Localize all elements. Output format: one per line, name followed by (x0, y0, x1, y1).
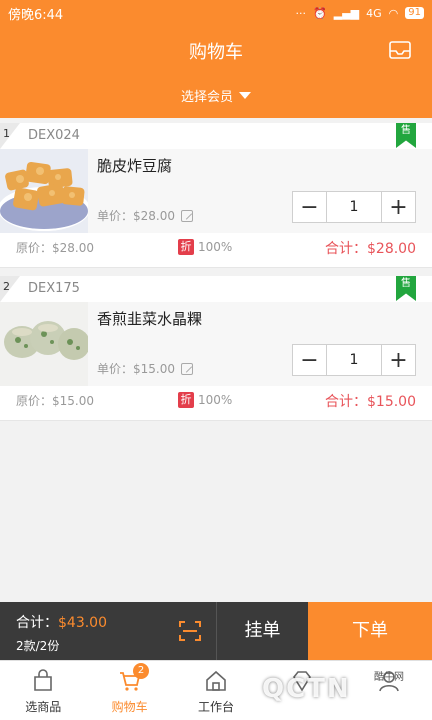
item-body: 香煎韭菜水晶粿 单价：$15.00 − 1 + (0, 302, 432, 386)
item-code-row: 1 DEX024 售 (0, 123, 432, 149)
original-price: 原价：$28.00 (16, 241, 94, 255)
tab-select-goods[interactable]: 选商品 (0, 661, 86, 720)
user-icon (379, 671, 399, 692)
discount[interactable]: 折 100% (178, 392, 232, 408)
quantity-stepper: − 1 + (292, 191, 416, 223)
decrease-button[interactable]: − (293, 345, 326, 375)
checkout-bar: 合计：$43.00 2款/2份 挂单 下单 (0, 602, 432, 660)
more-icon: ··· (295, 6, 307, 20)
item-footer: 原价：$15.00 折 100% 合计：$15.00 (0, 386, 432, 421)
page-title: 购物车 (189, 42, 243, 63)
wifi-icon: ◠ (388, 6, 399, 20)
status-icons: ··· ⏰ ▂▄▆ 4G ◠ 91 (296, 7, 424, 20)
sale-tag: 售 (396, 276, 416, 301)
item-code-row: 2 DEX175 售 (0, 276, 432, 302)
inbox-icon[interactable] (388, 40, 412, 60)
unit-price-text: 单价：$15.00 (97, 362, 175, 376)
status-bar: 傍晚6:44 ··· ⏰ ▂▄▆ 4G ◠ 91 (0, 0, 432, 26)
cart-item: 1 DEX024 售 脆皮炸豆腐 单价：$28.00 − 1 + 原价：$28.… (0, 123, 432, 268)
tab-bar: 选商品 2 购物车 工作台 (0, 660, 432, 720)
unit-price: 单价：$15.00 (97, 360, 193, 377)
item-footer: 原价：$28.00 折 100% 合计：$28.00 (0, 233, 432, 268)
alarm-icon: ⏰ (313, 6, 327, 20)
increase-button[interactable]: + (382, 345, 415, 375)
discount-badge: 折 (178, 392, 194, 408)
edit-price-icon[interactable] (181, 209, 193, 222)
item-name: 脆皮炸豆腐 (97, 157, 173, 175)
item-index-tag: 2 (0, 276, 20, 302)
food-image-fried-tofu (0, 149, 88, 233)
tab-member[interactable] (259, 661, 345, 720)
scan-icon[interactable] (178, 619, 202, 643)
item-name: 香煎韭菜水晶粿 (97, 310, 203, 328)
battery-level: 91 (405, 7, 424, 19)
tab-label: 工作台 (198, 700, 235, 714)
tab-workbench[interactable]: 工作台 (173, 661, 259, 720)
item-body: 脆皮炸豆腐 单价：$28.00 − 1 + (0, 149, 432, 233)
unit-price: 单价：$28.00 (97, 207, 193, 224)
member-select[interactable]: 选择会员 (0, 86, 432, 105)
network-type: 4G (366, 6, 382, 20)
place-order-button[interactable]: 下单 (308, 602, 432, 660)
item-index: 1 (3, 127, 10, 140)
discount-badge: 折 (178, 239, 194, 255)
cart-count-badge: 2 (133, 663, 150, 679)
quantity-stepper: − 1 + (292, 344, 416, 376)
tab-profile[interactable] (346, 661, 432, 720)
discount-value: 100% (198, 393, 233, 407)
sale-tag: 售 (396, 123, 416, 148)
item-code: DEX024 (28, 128, 80, 143)
order-count: 2款/2份 (16, 639, 60, 653)
item-code: DEX175 (28, 281, 80, 296)
order-total-label: 合计： (16, 615, 58, 631)
status-time: 傍晚6:44 (8, 7, 64, 23)
item-subtotal: 合计：$28.00 (325, 241, 416, 257)
bag-icon (34, 669, 53, 691)
tab-label: 购物车 (111, 700, 148, 714)
header: 购物车 选择会员 (0, 26, 432, 118)
item-index: 2 (3, 280, 10, 293)
item-subtotal: 合计：$15.00 (325, 394, 416, 410)
unit-price-text: 单价：$28.00 (97, 209, 175, 223)
hold-order-button[interactable]: 挂单 (216, 602, 308, 660)
caret-down-icon (239, 92, 251, 99)
signal-icon: ▂▄▆ (333, 6, 360, 20)
quantity-value[interactable]: 1 (326, 345, 382, 375)
food-image-chive-dumpling (0, 302, 88, 386)
original-price: 原价：$15.00 (16, 394, 94, 408)
member-select-label: 选择会员 (180, 90, 233, 105)
order-summary: 合计：$43.00 2款/2份 (0, 602, 216, 660)
diamond-icon (293, 671, 312, 692)
edit-price-icon[interactable] (181, 362, 193, 375)
home-icon (206, 670, 226, 691)
cart-item: 2 DEX175 售 香煎韭菜水晶粿 单价：$15.00 − 1 + 原价：$1… (0, 276, 432, 421)
order-total-value: $43.00 (58, 615, 107, 631)
tab-label: 选商品 (25, 700, 62, 714)
discount[interactable]: 折 100% (178, 239, 232, 255)
tab-cart[interactable]: 2 购物车 (86, 661, 172, 720)
increase-button[interactable]: + (382, 192, 415, 222)
order-total: 合计：$43.00 (16, 612, 107, 632)
quantity-value[interactable]: 1 (326, 192, 382, 222)
decrease-button[interactable]: − (293, 192, 326, 222)
item-index-tag: 1 (0, 123, 20, 149)
discount-value: 100% (198, 240, 233, 254)
